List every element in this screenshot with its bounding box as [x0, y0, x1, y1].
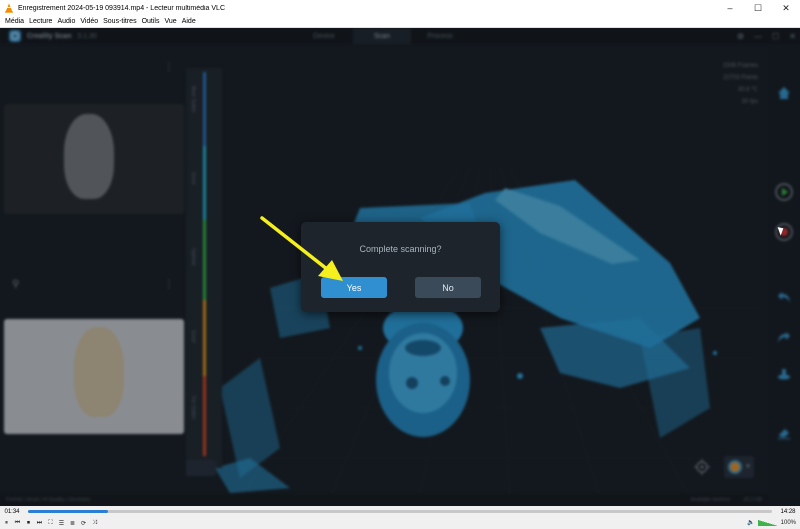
menu-vue[interactable]: Vue — [165, 18, 177, 25]
dialog-message: Complete scanning? — [359, 244, 442, 254]
menu-lecture[interactable]: Lecture — [29, 18, 52, 25]
menu-audio[interactable]: Audio — [57, 18, 75, 25]
menu-aide[interactable]: Aide — [182, 18, 196, 25]
window-title: Enregistrement 2024-05-19 093914.mp4 - L… — [18, 4, 226, 12]
menu-media[interactable]: Média — [5, 18, 24, 25]
maximize-button[interactable]: ☐ — [744, 0, 772, 16]
close-button[interactable]: ✕ — [772, 0, 800, 16]
vlc-cone-icon — [5, 3, 13, 13]
pause-icon[interactable]: ⏸ — [2, 519, 11, 528]
no-button[interactable]: No — [415, 277, 481, 298]
volume-control[interactable]: 🔈 100% — [747, 519, 796, 526]
total-time: 14:28 — [780, 508, 796, 515]
window-titlebar: Enregistrement 2024-05-19 093914.mp4 - L… — [0, 0, 800, 16]
seek-track[interactable] — [28, 510, 772, 513]
stop-icon[interactable]: ⏹ — [24, 519, 33, 528]
loop-icon[interactable]: ⟳ — [79, 519, 88, 528]
shuffle-icon[interactable]: ⤨ — [90, 519, 99, 528]
seek-progress — [28, 510, 109, 513]
volume-value: 100% — [780, 519, 796, 526]
complete-scanning-dialog: Complete scanning? Yes No — [301, 222, 500, 312]
extended-settings-icon[interactable]: ☰ — [57, 519, 66, 528]
playlist-icon[interactable]: ≣ — [68, 519, 77, 528]
volume-slider[interactable] — [757, 519, 778, 526]
minimize-button[interactable]: – — [716, 0, 744, 16]
vlc-window: Enregistrement 2024-05-19 093914.mp4 - L… — [0, 0, 800, 529]
menu-video[interactable]: Vidéo — [80, 18, 98, 25]
seek-bar: 01:34 14:28 — [0, 506, 800, 517]
menu-outils[interactable]: Outils — [142, 18, 160, 25]
video-area[interactable]: Creality Scan 3.1.30 Device Scan Process… — [0, 28, 800, 506]
elapsed-time: 01:34 — [4, 508, 20, 515]
fullscreen-icon[interactable]: ⛶ — [46, 519, 55, 528]
yes-button[interactable]: Yes — [321, 277, 387, 298]
previous-icon[interactable]: ⏮ — [13, 519, 22, 528]
speaker-icon[interactable]: 🔈 — [747, 519, 754, 526]
player-controls: ⏸ ⏮ ⏹ ⏭ ⛶ ☰ ≣ ⟳ ⤨ 🔈 100% — [0, 517, 800, 529]
menu-bar: Média Lecture Audio Vidéo Sous-titres Ou… — [0, 16, 800, 28]
next-icon[interactable]: ⏭ — [35, 519, 44, 528]
menu-sous-titres[interactable]: Sous-titres — [103, 18, 136, 25]
